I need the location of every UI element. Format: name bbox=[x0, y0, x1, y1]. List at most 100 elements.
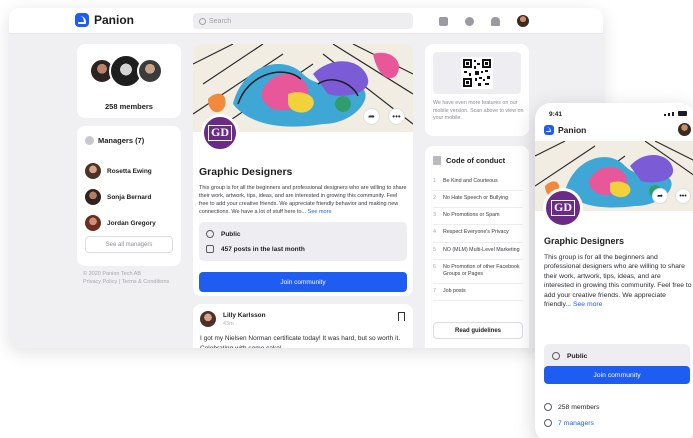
group-logo: GD bbox=[543, 188, 583, 228]
rule-number: 2 bbox=[433, 195, 436, 202]
rule-number: 1 bbox=[433, 178, 436, 184]
more-icon: ••• bbox=[392, 112, 401, 121]
rules-list: 1 Be Kind and Courteous 2 No Hate Speech o… bbox=[433, 174, 523, 302]
group-info-box: Public 457 posts in the last month bbox=[199, 222, 407, 261]
post-author[interactable]: Lilly Karlsson bbox=[223, 312, 266, 319]
status-indicators bbox=[664, 111, 687, 116]
members-card: 258 members bbox=[77, 44, 181, 118]
managers-card: Managers (7) Rosetta Ewing Sonja Bernard… bbox=[77, 126, 181, 266]
privacy-row: Public bbox=[552, 352, 587, 360]
rule-number: 4 bbox=[433, 229, 436, 236]
share-button[interactable]: ➦ bbox=[652, 188, 668, 204]
search-bar[interactable]: Search bbox=[193, 13, 413, 29]
app-logo[interactable]: Panion bbox=[75, 13, 134, 27]
group-title: Graphic Designers bbox=[544, 236, 625, 246]
app-name: Panion bbox=[94, 13, 135, 27]
manager-avatar bbox=[85, 163, 101, 179]
more-options-button[interactable]: ••• bbox=[675, 188, 691, 204]
copyright-text: © 2020 Panion Tech AB bbox=[83, 271, 142, 277]
managers-icon bbox=[544, 419, 552, 427]
rule-text: No Hate Speech or Bullying bbox=[443, 195, 509, 202]
legal-links[interactable]: Privacy Policy | Terms & Conditions bbox=[83, 278, 193, 286]
see-all-managers-button[interactable]: See all managers bbox=[85, 236, 173, 253]
manager-name: Sonja Bernard bbox=[107, 193, 152, 201]
rule-number: 3 bbox=[433, 212, 436, 219]
code-of-conduct-card: Code of conduct 1 Be Kind and Courteous 2… bbox=[425, 146, 529, 348]
search-placeholder: Search bbox=[209, 17, 232, 25]
rule-number: 6 bbox=[433, 263, 436, 270]
rule-number: 7 bbox=[433, 287, 436, 294]
signal-icon bbox=[668, 113, 670, 116]
manager-item[interactable]: Sonja Bernard bbox=[85, 184, 156, 210]
activity-label: 457 posts in the last month bbox=[221, 245, 305, 253]
qr-card: We have even more features on our mobile… bbox=[425, 44, 529, 136]
members-stat[interactable]: 258 members bbox=[544, 403, 600, 411]
bookmark-icon[interactable] bbox=[398, 312, 405, 321]
rule-text: Respect Everyone's Privacy bbox=[443, 229, 509, 236]
members-stat-text: 258 members bbox=[558, 403, 600, 411]
group-logo-text: GD bbox=[551, 200, 575, 216]
group-logo-text: GD bbox=[208, 125, 232, 141]
chat-icon[interactable] bbox=[465, 16, 474, 26]
signal-icon bbox=[664, 114, 666, 116]
group-description: This group is for all the beginners and … bbox=[544, 253, 692, 309]
more-options-button[interactable]: ••• bbox=[388, 108, 405, 125]
group-title: Graphic Designers bbox=[199, 166, 293, 178]
rule-item[interactable]: 7 Job posts bbox=[433, 284, 523, 302]
join-community-button[interactable]: Join community bbox=[544, 366, 690, 384]
status-time: 9:41 bbox=[549, 111, 563, 118]
join-community-button[interactable]: Join community bbox=[199, 272, 407, 292]
managers-title: Managers (7) bbox=[85, 136, 144, 145]
top-actions bbox=[439, 15, 529, 27]
marketing-composite: Panion Search 258 members Managers (7) R… bbox=[0, 0, 693, 438]
rule-item[interactable]: 3 No Promotions or Spam bbox=[433, 208, 523, 226]
member-avatars bbox=[89, 54, 163, 88]
user-avatar[interactable] bbox=[517, 15, 529, 27]
calendar-icon[interactable] bbox=[439, 16, 448, 26]
group-description-text: This group is for all the beginners and … bbox=[199, 185, 407, 215]
post-author-avatar[interactable] bbox=[200, 311, 216, 327]
qr-code-icon bbox=[461, 57, 493, 89]
rule-number: 5 bbox=[433, 246, 436, 253]
rule-item[interactable]: 5 NO (MLM) Multi-Level Marketing bbox=[433, 243, 523, 260]
read-guidelines-button[interactable]: Read guidelines bbox=[433, 322, 523, 339]
post-text: I got my Nielsen Norman certificate toda… bbox=[200, 335, 401, 348]
panion-logo-icon bbox=[75, 13, 89, 27]
managers-list: Rosetta Ewing Sonja Bernard Jordan Grego… bbox=[85, 158, 156, 236]
group-logo: GD bbox=[201, 114, 239, 152]
group-description: This group is for all the beginners and … bbox=[199, 185, 407, 217]
manager-avatar bbox=[85, 215, 101, 231]
qr-container bbox=[433, 52, 521, 94]
see-more-link[interactable]: See more bbox=[308, 209, 332, 215]
mobile-version-note: We have even more features on our mobile… bbox=[433, 100, 524, 122]
see-more-link[interactable]: See more bbox=[573, 301, 602, 308]
rule-item[interactable]: 6 No Promotion of other Facebook Groups o… bbox=[433, 260, 523, 284]
member-avatar[interactable] bbox=[137, 58, 163, 84]
managers-title-text: Managers (7) bbox=[98, 136, 145, 145]
members-count[interactable]: 258 members bbox=[77, 102, 181, 111]
rule-item[interactable]: 1 Be Kind and Courteous bbox=[433, 174, 523, 192]
share-icon: ➦ bbox=[657, 193, 663, 200]
manager-item[interactable]: Rosetta Ewing bbox=[85, 158, 156, 184]
privacy-label: Public bbox=[567, 352, 588, 360]
rule-text: Be Kind and Courteous bbox=[443, 178, 498, 184]
rule-text: No Promotions or Spam bbox=[443, 212, 500, 219]
managers-stat[interactable]: 7 managers bbox=[544, 419, 594, 427]
mobile-preview: 9:41 Panion ➦ ••• GD Graphic Designers T… bbox=[535, 103, 693, 438]
manager-item[interactable]: Jordan Gregory bbox=[85, 210, 156, 236]
bell-icon[interactable] bbox=[491, 16, 500, 26]
rule-item[interactable]: 2 No Hate Speech or Bullying bbox=[433, 191, 523, 209]
battery-icon bbox=[678, 111, 687, 116]
user-avatar[interactable] bbox=[678, 123, 691, 136]
manager-name: Jordan Gregory bbox=[107, 219, 156, 227]
code-of-conduct-title: Code of conduct bbox=[433, 156, 505, 165]
desktop-window: Panion Search 258 members Managers (7) R… bbox=[9, 8, 603, 348]
group-card: ➦ ••• GD Graphic Designers This group is… bbox=[193, 44, 413, 296]
share-icon: ➦ bbox=[368, 112, 375, 121]
rule-item[interactable]: 4 Respect Everyone's Privacy bbox=[433, 225, 523, 243]
app-name[interactable]: Panion bbox=[558, 125, 586, 135]
top-navigation-bar: Panion Search bbox=[9, 8, 603, 34]
post-card: Lilly Karlsson 43m I got my Nielsen Norm… bbox=[193, 304, 413, 348]
share-button[interactable]: ➦ bbox=[363, 108, 380, 125]
globe-icon bbox=[552, 352, 560, 360]
